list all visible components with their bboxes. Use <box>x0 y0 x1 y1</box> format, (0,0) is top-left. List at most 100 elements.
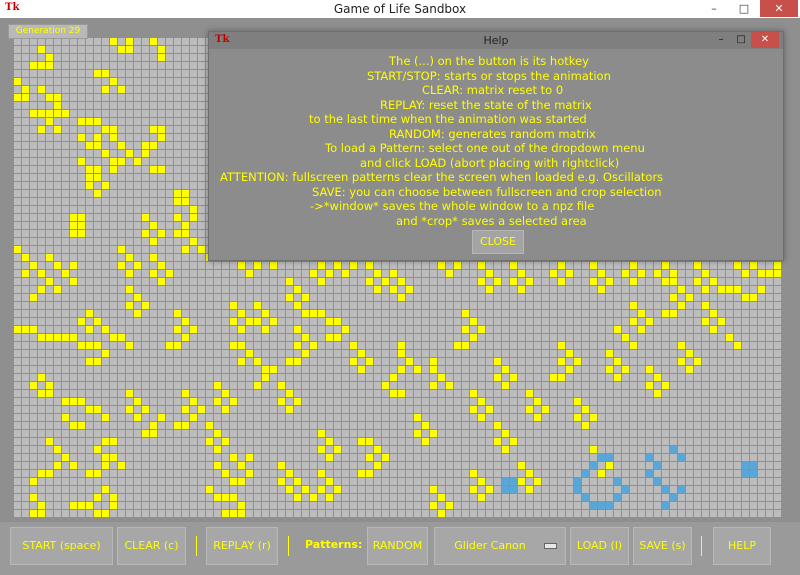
alive-cell <box>238 510 245 517</box>
alive-cell <box>694 262 701 269</box>
alive-cell <box>430 430 437 437</box>
alive-cell <box>382 454 389 461</box>
alive-cell <box>574 358 581 365</box>
alive-cell <box>190 206 197 213</box>
alive-cell <box>326 494 333 501</box>
alive-cell <box>142 214 149 221</box>
alive-cell <box>46 62 53 69</box>
alive-cell <box>118 86 125 93</box>
alive-cell <box>606 278 613 285</box>
alive-cell <box>38 86 45 93</box>
alive-cell <box>102 486 109 493</box>
alive-cell <box>494 422 501 429</box>
alive-cell <box>638 270 645 277</box>
alive-cell <box>38 390 45 397</box>
pattern-dropdown[interactable]: Glider Canon <box>434 527 566 565</box>
alive-cell <box>174 342 181 349</box>
alive-cell <box>590 414 597 421</box>
new-cell <box>590 462 597 469</box>
alive-cell <box>230 318 237 325</box>
alive-cell <box>678 342 685 349</box>
alive-cell <box>230 478 237 485</box>
minimize-button[interactable]: – <box>700 0 728 17</box>
alive-cell <box>342 326 349 333</box>
start-button[interactable]: START (space) <box>10 527 113 565</box>
alive-cell <box>238 478 245 485</box>
load-button[interactable]: LOAD (l) <box>570 527 629 565</box>
alive-cell <box>550 374 557 381</box>
alive-cell <box>214 382 221 389</box>
alive-cell <box>22 86 29 93</box>
alive-cell <box>270 318 277 325</box>
alive-cell <box>286 358 293 365</box>
alive-cell <box>518 286 525 293</box>
alive-cell <box>502 382 509 389</box>
alive-cell <box>686 366 693 373</box>
alive-cell <box>30 382 37 389</box>
alive-cell <box>726 286 733 293</box>
alive-cell <box>670 294 677 301</box>
alive-cell <box>398 366 405 373</box>
alive-cell <box>14 246 21 253</box>
alive-cell <box>54 334 61 341</box>
alive-cell <box>174 326 181 333</box>
alive-cell <box>566 366 573 373</box>
alive-cell <box>430 366 437 373</box>
new-cell <box>742 470 749 477</box>
alive-cell <box>38 470 45 477</box>
help-close-icon-button[interactable]: ✕ <box>751 32 779 48</box>
alive-cell <box>478 278 485 285</box>
alive-cell <box>278 382 285 389</box>
maximize-button[interactable]: □ <box>730 0 758 17</box>
alive-cell <box>22 254 29 261</box>
alive-cell <box>422 438 429 445</box>
alive-cell <box>54 110 61 117</box>
alive-cell <box>78 134 85 141</box>
alive-cell <box>190 326 197 333</box>
alive-cell <box>414 366 421 373</box>
alive-cell <box>334 334 341 341</box>
alive-cell <box>414 430 421 437</box>
alive-cell <box>86 166 93 173</box>
alive-cell <box>662 262 669 269</box>
alive-cell <box>294 358 301 365</box>
alive-cell <box>526 406 533 413</box>
alive-cell <box>174 230 181 237</box>
new-cell <box>678 486 685 493</box>
alive-cell <box>446 270 453 277</box>
alive-cell <box>118 462 125 469</box>
alive-cell <box>318 310 325 317</box>
random-button[interactable]: RANDOM <box>367 527 428 565</box>
alive-cell <box>326 438 333 445</box>
alive-cell <box>126 302 133 309</box>
help-close-button[interactable]: CLOSE <box>472 230 524 254</box>
alive-cell <box>78 118 85 125</box>
alive-cell <box>558 342 565 349</box>
alive-cell <box>86 182 93 189</box>
help-line: RANDOM: generates random matrix <box>389 126 596 141</box>
alive-cell <box>734 342 741 349</box>
alive-cell <box>318 486 325 493</box>
close-window-button[interactable]: ✕ <box>760 0 798 17</box>
alive-cell <box>526 390 533 397</box>
alive-cell <box>222 406 229 413</box>
replay-button[interactable]: REPLAY (r) <box>206 527 278 565</box>
alive-cell <box>286 406 293 413</box>
clear-button[interactable]: CLEAR (c) <box>117 527 186 565</box>
help-maximize-button[interactable]: □ <box>731 32 751 48</box>
save-button[interactable]: SAVE (s) <box>633 527 692 565</box>
alive-cell <box>350 342 357 349</box>
alive-cell <box>614 358 621 365</box>
alive-cell <box>102 126 109 133</box>
alive-cell <box>430 358 437 365</box>
alive-cell <box>46 470 53 477</box>
alive-cell <box>118 142 125 149</box>
alive-cell <box>262 374 269 381</box>
help-button[interactable]: HELP <box>713 527 771 565</box>
new-cell <box>614 478 621 485</box>
alive-cell <box>438 494 445 501</box>
alive-cell <box>382 278 389 285</box>
help-minimize-button[interactable]: – <box>711 32 731 48</box>
alive-cell <box>390 390 397 397</box>
alive-cell <box>566 350 573 357</box>
